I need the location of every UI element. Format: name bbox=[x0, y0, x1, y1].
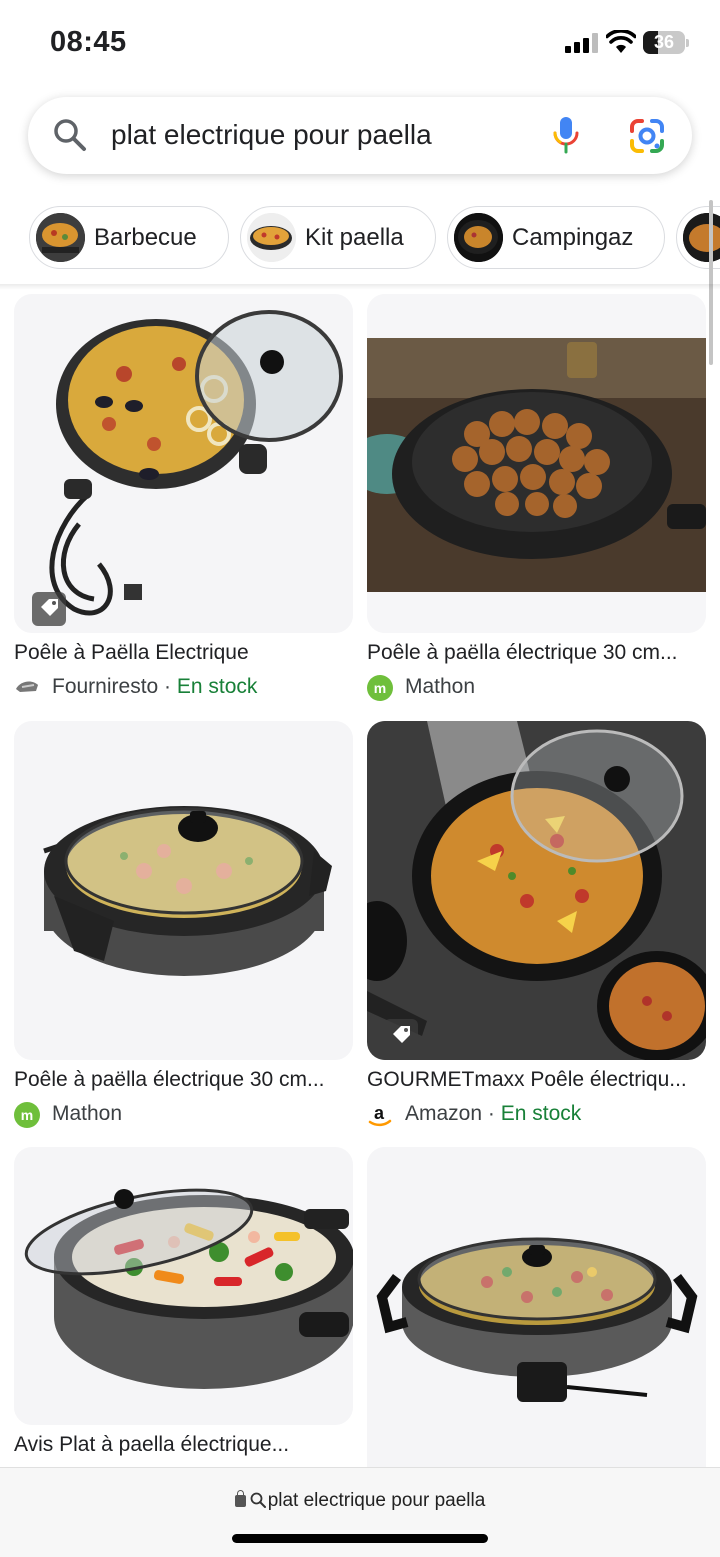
product-image[interactable] bbox=[14, 721, 353, 1060]
filter-chips: Barbecue Kit paella Campingaz bbox=[0, 206, 720, 270]
browser-bottom-bar: plat electrique pour paella bbox=[0, 1467, 720, 1557]
home-indicator[interactable] bbox=[232, 1534, 488, 1543]
google-lens-icon[interactable] bbox=[628, 117, 666, 155]
mathon-logo-icon: m bbox=[367, 675, 393, 701]
result-source[interactable]: m Mathon bbox=[14, 1101, 123, 1128]
address-text: plat electrique pour paella bbox=[267, 1490, 486, 1511]
svg-text:m: m bbox=[374, 680, 386, 696]
search-icon bbox=[250, 1492, 266, 1508]
chip-label: Barbecue bbox=[94, 224, 197, 251]
svg-text:m: m bbox=[21, 1107, 33, 1123]
result-title[interactable]: Poêle à Paëlla Electrique bbox=[14, 641, 353, 665]
search-bar[interactable]: plat electrique pour paella bbox=[28, 97, 692, 174]
result-source[interactable]: a Amazon · En stock bbox=[367, 1101, 581, 1127]
address-bar[interactable]: plat electrique pour paella bbox=[0, 1490, 720, 1512]
status-bar: 08:45 36 bbox=[0, 0, 720, 88]
fourniresto-logo-icon bbox=[14, 675, 40, 699]
product-image[interactable] bbox=[14, 1147, 353, 1425]
product-image[interactable] bbox=[14, 294, 353, 633]
chip-thumbnail bbox=[683, 213, 720, 262]
chip-campingaz[interactable]: Campingaz bbox=[447, 206, 665, 269]
chip-thumbnail bbox=[36, 213, 85, 262]
product-image[interactable] bbox=[367, 294, 706, 633]
chip-label: Kit paella bbox=[305, 224, 404, 251]
scrollbar[interactable] bbox=[709, 200, 713, 365]
price-tag-icon bbox=[384, 1019, 418, 1053]
source-name: Mathon bbox=[52, 1102, 123, 1125]
lock-icon bbox=[234, 1490, 246, 1507]
mathon-logo-icon: m bbox=[14, 1102, 40, 1128]
stock-status: En stock bbox=[176, 675, 258, 698]
result-title[interactable]: Avis Plat à paella électrique... bbox=[14, 1433, 353, 1457]
header-divider bbox=[0, 284, 720, 290]
result-source[interactable]: Fourniresto · En stock bbox=[14, 674, 257, 700]
result-title[interactable]: GOURMETmaxx Poêle électriqu... bbox=[367, 1068, 706, 1092]
microphone-icon[interactable] bbox=[550, 115, 582, 155]
source-name: Amazon bbox=[405, 1102, 483, 1125]
cellular-signal-icon bbox=[565, 33, 599, 53]
search-input[interactable]: plat electrique pour paella bbox=[111, 117, 432, 153]
chip-thumbnail bbox=[247, 213, 296, 262]
battery-icon: 36 bbox=[643, 31, 689, 54]
product-image[interactable] bbox=[367, 1147, 706, 1467]
search-icon bbox=[54, 119, 86, 151]
product-image[interactable] bbox=[367, 721, 706, 1060]
chip-thumbnail bbox=[454, 213, 503, 262]
source-name: Fourniresto bbox=[52, 675, 159, 698]
result-title[interactable]: Poêle à paëlla électrique 30 cm... bbox=[14, 1068, 353, 1092]
chip-barbecue[interactable]: Barbecue bbox=[29, 206, 229, 269]
wifi-icon bbox=[606, 30, 636, 53]
source-name: Mathon bbox=[405, 675, 476, 698]
chip-label: Campingaz bbox=[512, 224, 634, 251]
chip-more[interactable] bbox=[676, 206, 720, 269]
stock-status: En stock bbox=[500, 1102, 582, 1125]
chip-kit-paella[interactable]: Kit paella bbox=[240, 206, 436, 269]
price-tag-icon bbox=[32, 592, 66, 626]
battery-percentage: 36 bbox=[653, 32, 675, 52]
status-time: 08:45 bbox=[50, 26, 127, 58]
result-title[interactable]: Poêle à paëlla électrique 30 cm... bbox=[367, 641, 706, 665]
amazon-logo-icon: a bbox=[367, 1102, 393, 1127]
svg-text:a: a bbox=[374, 1103, 385, 1123]
result-source[interactable]: m Mathon bbox=[367, 674, 476, 701]
